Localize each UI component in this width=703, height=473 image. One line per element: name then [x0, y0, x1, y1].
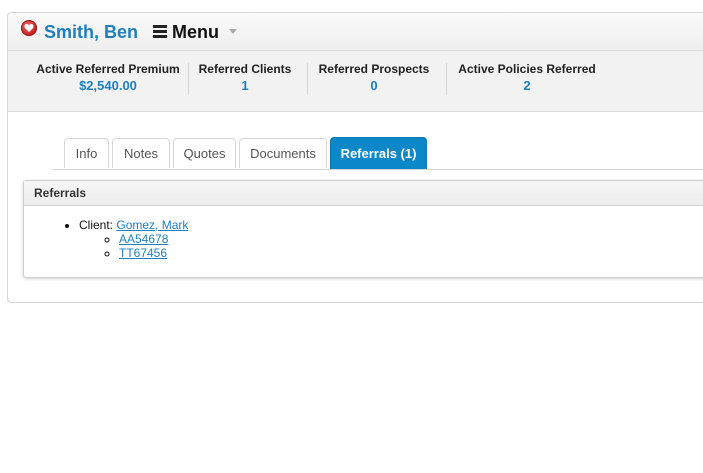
- referral-stats-bar: Active Referred Premium $2,540.00 Referr…: [8, 51, 703, 112]
- stat-label: Active Referred Premium: [36, 62, 180, 76]
- stat-divider: [307, 63, 308, 95]
- stat-divider: [188, 63, 189, 95]
- stat-divider: [446, 63, 447, 95]
- stat-referred-prospects: Referred Prospects 0: [314, 62, 434, 96]
- client-tabs: Info Notes Quotes Documents Referrals (1…: [52, 137, 703, 170]
- stat-value: $2,540.00: [79, 78, 137, 93]
- stat-label: Referred Prospects: [318, 62, 430, 76]
- client-link[interactable]: Gomez, Mark: [116, 218, 188, 232]
- menu-label: Menu: [172, 22, 219, 42]
- referrals-panel-title: Referrals: [24, 181, 703, 206]
- policy-link[interactable]: TT67456: [119, 246, 167, 260]
- hamburger-icon: [153, 25, 167, 39]
- stat-value: 0: [370, 78, 378, 93]
- tab-referrals[interactable]: Referrals (1): [330, 137, 427, 169]
- tab-notes[interactable]: Notes: [112, 138, 170, 168]
- client-panel: Smith, Ben Menu Active Referred Premium …: [7, 12, 703, 303]
- heart-icon[interactable]: [21, 20, 37, 36]
- stat-value: 1: [241, 78, 249, 93]
- stat-referred-clients: Referred Clients 1: [194, 62, 296, 96]
- referrals-list: Client: Gomez, Mark AA54678 TT67456: [79, 218, 188, 260]
- policy-link[interactable]: AA54678: [119, 232, 168, 246]
- client-header-bar: Smith, Ben Menu: [8, 13, 703, 51]
- tab-info[interactable]: Info: [64, 138, 109, 168]
- referrals-panel: Referrals Client: Gomez, Mark AA54678 TT…: [23, 180, 703, 278]
- stat-value: 2: [523, 78, 531, 93]
- client-name-link[interactable]: Smith, Ben: [44, 22, 138, 43]
- client-label: Client:: [79, 218, 114, 232]
- tab-documents[interactable]: Documents: [239, 138, 327, 168]
- chevron-down-icon: [229, 29, 237, 34]
- stat-label: Referred Clients: [198, 62, 292, 76]
- stat-active-policies-referred: Active Policies Referred 2: [454, 62, 600, 96]
- tab-quotes[interactable]: Quotes: [173, 138, 236, 168]
- stat-active-referred-premium: Active Referred Premium $2,540.00: [26, 62, 190, 96]
- list-item: TT67456: [119, 246, 188, 260]
- list-item: AA54678: [119, 232, 188, 246]
- stat-label: Active Policies Referred: [458, 62, 596, 76]
- list-item: Client: Gomez, Mark AA54678 TT67456: [79, 218, 188, 260]
- policy-list: AA54678 TT67456: [79, 232, 188, 260]
